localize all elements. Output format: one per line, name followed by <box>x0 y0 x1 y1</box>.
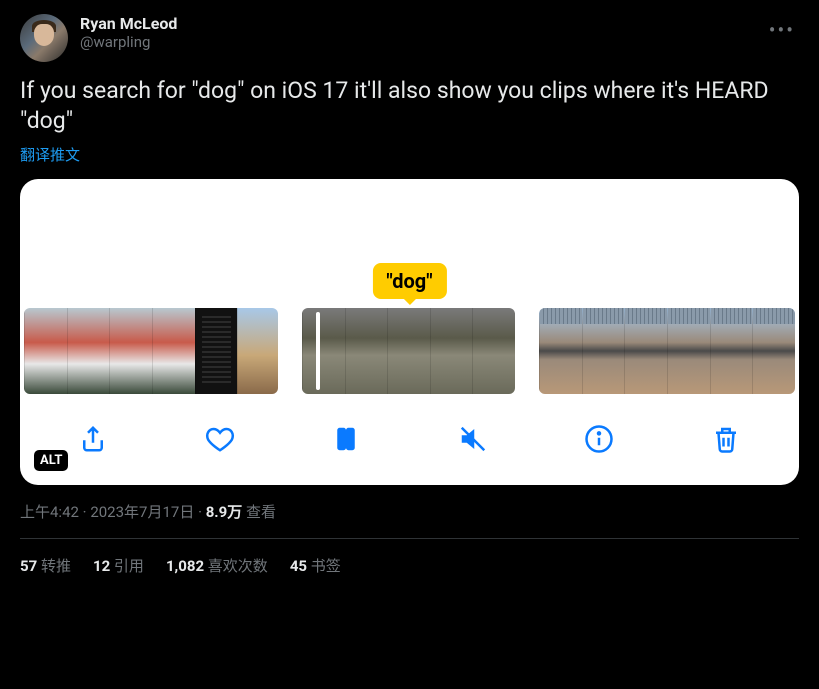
author-names[interactable]: Ryan McLeod @warpling <box>80 14 753 51</box>
alt-badge[interactable]: ALT <box>34 450 68 471</box>
trash-icon[interactable] <box>706 419 746 459</box>
views-label: 查看 <box>246 503 276 521</box>
video-thumb <box>67 308 110 394</box>
heart-icon[interactable] <box>200 419 240 459</box>
video-thumb <box>582 308 625 394</box>
video-thumb <box>109 308 152 394</box>
video-filmstrip[interactable] <box>20 305 799 397</box>
video-thumb <box>24 308 67 394</box>
more-icon[interactable]: ••• <box>765 14 799 46</box>
info-icon[interactable] <box>579 419 619 459</box>
video-thumb <box>345 308 388 394</box>
tweet-stats: 57 转推 12 引用 1,082 喜欢次数 45 书签 <box>20 539 799 592</box>
video-thumb <box>237 308 278 394</box>
retweets-stat[interactable]: 57 转推 <box>20 555 71 576</box>
quotes-stat[interactable]: 12 引用 <box>93 555 144 576</box>
share-icon[interactable] <box>73 419 113 459</box>
video-thumb <box>539 308 582 394</box>
likes-stat[interactable]: 1,082 喜欢次数 <box>166 555 268 576</box>
media-attachment[interactable]: "dog" <box>20 179 799 485</box>
tweet-meta: 上午4:42 · 2023年7月17日 · 8.9万 查看 <box>20 501 799 522</box>
video-thumb <box>710 308 753 394</box>
clip-group[interactable] <box>539 308 795 394</box>
tweet-date[interactable]: 2023年7月17日 <box>90 503 194 521</box>
video-thumb <box>624 308 667 394</box>
video-thumb <box>472 308 515 394</box>
display-name: Ryan McLeod <box>80 14 753 33</box>
media-toolbar <box>20 397 799 485</box>
video-thumb <box>430 308 473 394</box>
mute-icon[interactable] <box>453 419 493 459</box>
translate-link[interactable]: 翻译推文 <box>20 144 799 165</box>
tweet-header: Ryan McLeod @warpling ••• <box>20 14 799 62</box>
clip-group[interactable] <box>24 308 278 394</box>
video-thumb <box>152 308 195 394</box>
views-count: 8.9万 <box>206 503 243 521</box>
video-thumb <box>195 308 238 394</box>
video-thumb <box>752 308 795 394</box>
tweet-container: Ryan McLeod @warpling ••• If you search … <box>0 0 819 592</box>
video-thumb <box>387 308 430 394</box>
clip-group-active[interactable] <box>302 308 515 394</box>
author-handle: @warpling <box>80 33 753 51</box>
tweet-time[interactable]: 上午4:42 <box>20 503 79 521</box>
avatar[interactable] <box>20 14 68 62</box>
tweet-text: If you search for "dog" on iOS 17 it'll … <box>20 76 799 136</box>
video-thumb <box>667 308 710 394</box>
bookmarks-stat[interactable]: 45 书签 <box>290 555 341 576</box>
search-tooltip: "dog" <box>372 263 446 299</box>
video-thumb <box>302 308 345 394</box>
pause-icon[interactable] <box>326 419 366 459</box>
